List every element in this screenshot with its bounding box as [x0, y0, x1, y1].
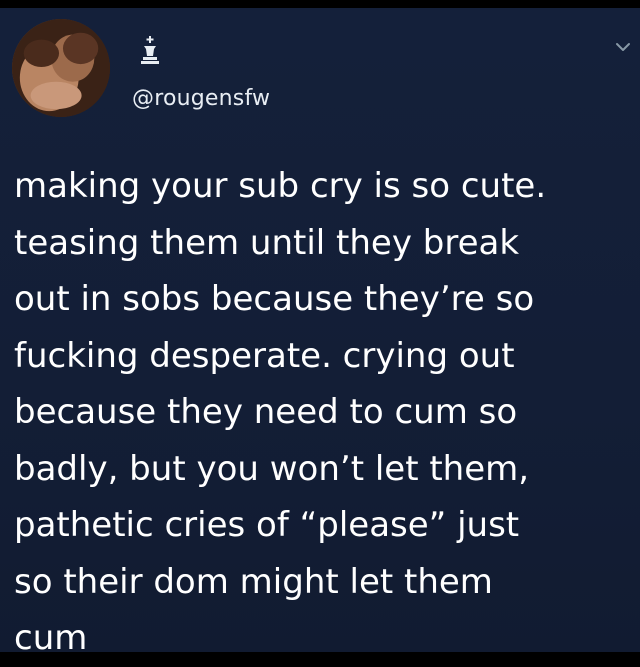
chevron-down-icon[interactable]: [614, 38, 632, 56]
tweet-text-line: teasing them until they break: [14, 222, 520, 263]
avatar-image: [12, 19, 110, 117]
tweet-card: @rougensfw making your sub cry is so cut…: [0, 8, 640, 658]
tweet-text-line: because they need to cum so: [14, 392, 518, 432]
tweet-text-line: making your sub cry is so cute.: [14, 166, 547, 206]
tweet-text-line: cum: [14, 618, 88, 658]
tweet-text-line: pathetic cries of “please” just: [14, 505, 520, 545]
chess-king-icon: [141, 36, 159, 64]
tweet-text-line: so their dom might let them: [14, 561, 493, 602]
tweet-text-line: badly, but you won’t let them,: [14, 448, 530, 489]
author-handle[interactable]: @rougensfw: [132, 86, 270, 111]
avatar[interactable]: [12, 19, 110, 117]
tweet-text-line: fucking desperate. crying out: [14, 335, 515, 376]
tweet-text-line: out in sobs because they’re so: [14, 279, 535, 319]
tweet-text: making your sub cry is so cute. teasing …: [14, 158, 629, 667]
